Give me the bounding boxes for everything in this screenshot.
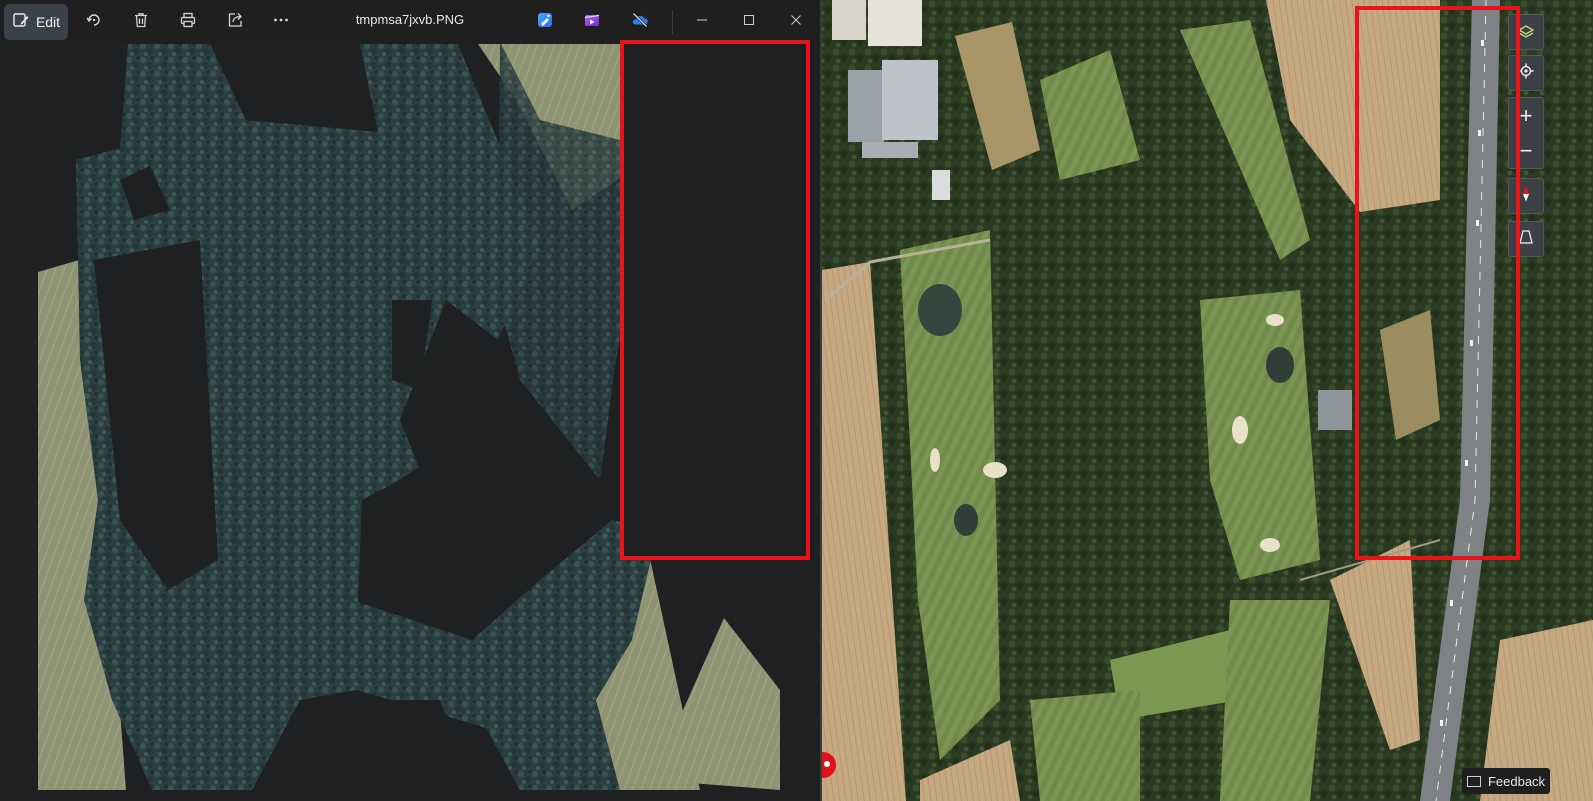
delete-icon [132, 11, 150, 34]
minimize-button[interactable] [679, 4, 725, 40]
image-creator-icon [536, 11, 554, 34]
edit-button[interactable]: Edit [4, 4, 68, 40]
close-icon [790, 13, 802, 31]
close-button[interactable] [773, 4, 819, 40]
more-options-button[interactable] [263, 4, 299, 40]
clipchamp-icon [583, 11, 601, 34]
edit-label: Edit [35, 14, 61, 30]
image-creator-button[interactable] [527, 4, 563, 40]
rotate-button[interactable] [76, 4, 112, 40]
highlight-box-image [620, 40, 810, 560]
maximize-button[interactable] [726, 4, 772, 40]
rotate-icon [85, 11, 103, 34]
toolbar-divider [672, 10, 673, 34]
share-icon [226, 11, 244, 34]
feedback-button[interactable]: Feedback [1462, 768, 1550, 794]
share-button[interactable] [217, 4, 253, 40]
clipchamp-button[interactable] [574, 4, 610, 40]
file-title: tmpmsa7jxvb.PNG [355, 12, 465, 27]
edit-icon [12, 11, 30, 34]
more-icon [272, 11, 290, 34]
print-icon [179, 11, 197, 34]
onedrive-offline-icon [631, 11, 649, 34]
feedback-icon [1466, 775, 1481, 787]
delete-button[interactable] [123, 4, 159, 40]
print-button[interactable] [170, 4, 206, 40]
feedback-label: Feedback [1487, 773, 1546, 789]
viewer-toolbar: Edit tmpmsa7jxvb.PNG [0, 0, 820, 44]
onedrive-button[interactable] [622, 4, 658, 40]
minimize-icon [696, 13, 708, 31]
maximize-icon [743, 13, 755, 31]
highlight-box-map [1355, 6, 1520, 560]
